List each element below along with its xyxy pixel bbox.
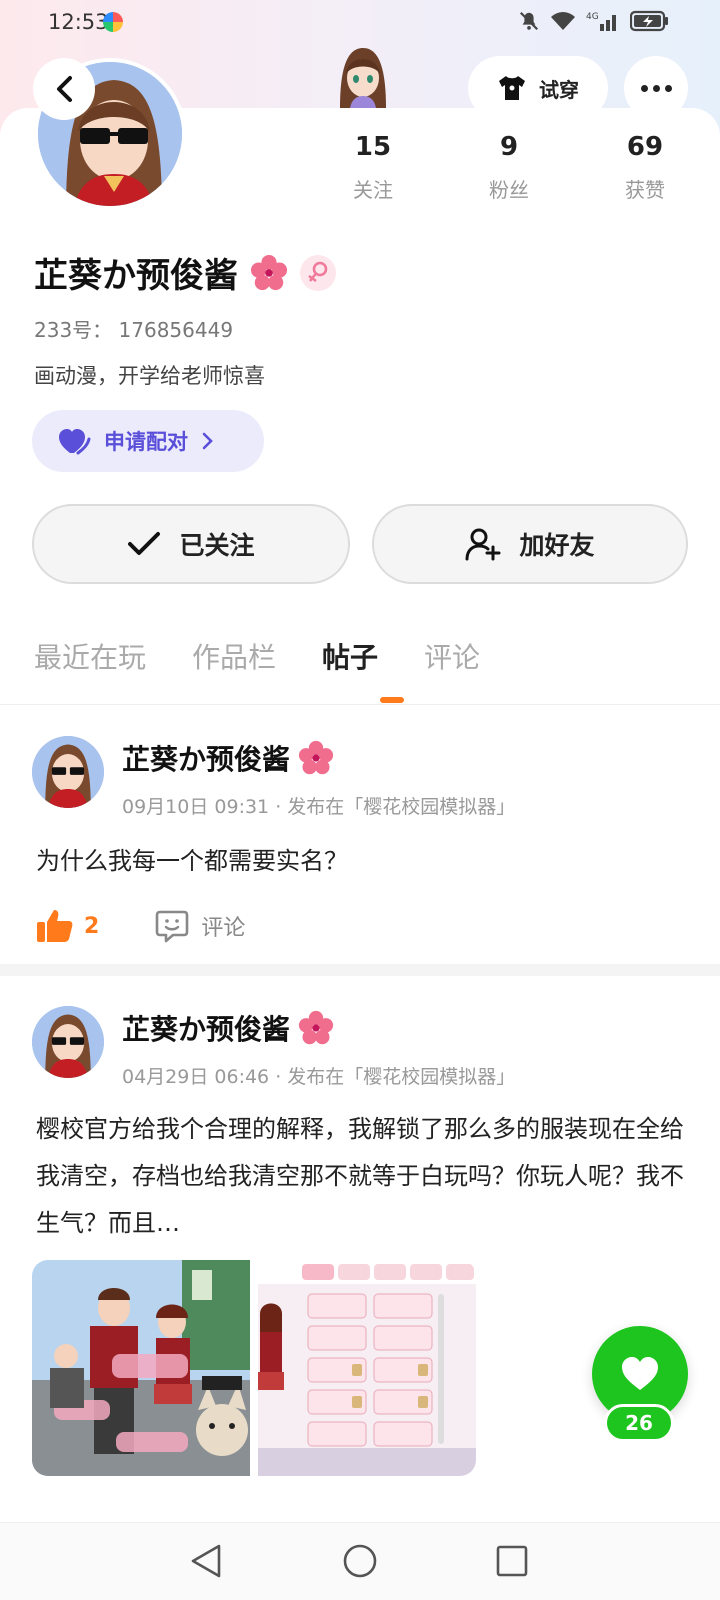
check-icon (128, 532, 161, 555)
comment-label: 评论 (201, 916, 246, 941)
post-author-name-row[interactable]: 芷葵か预俊酱 (122, 1008, 334, 1048)
stat-likes-count: 69 (626, 132, 664, 162)
like-count: 2 (84, 913, 100, 939)
tab-comments[interactable]: 评论 (424, 636, 480, 676)
stat-likes[interactable]: 69 获赞 (590, 130, 700, 203)
flower-icon (298, 740, 334, 775)
stat-following[interactable]: 15 关注 (318, 130, 428, 203)
more-dots-icon (640, 84, 672, 92)
battery-charging-icon (630, 10, 668, 32)
followed-label: 已关注 (179, 531, 255, 560)
system-nav-bar (0, 1522, 720, 1600)
post-author-avatar[interactable] (32, 736, 104, 808)
stat-followers-count: 9 (499, 132, 519, 162)
add-user-icon (465, 528, 501, 561)
tshirt-icon (499, 76, 525, 100)
profile-name: 芷葵か预俊酱 (34, 256, 238, 296)
try-on-label: 试穿 (539, 77, 579, 102)
status-bar: 12:53 4G (0, 0, 720, 44)
post-image[interactable] (32, 1260, 250, 1476)
circle-home-icon (343, 1544, 377, 1578)
tab-posts[interactable]: 帖子 (322, 636, 378, 676)
floating-like-count: 26 (604, 1404, 674, 1442)
post-text[interactable]: 为什么我每一个都需要实名？ (36, 838, 686, 885)
flower-icon (250, 254, 288, 290)
add-friend-button[interactable]: 加好友 (372, 504, 688, 584)
tab-works[interactable]: 作品栏 (192, 636, 276, 676)
post-author-avatar[interactable] (32, 1006, 104, 1078)
nav-back-button[interactable] (184, 1539, 228, 1583)
user-bio: 画动漫，开学给老师惊喜 (34, 364, 265, 388)
svg-text:4G: 4G (586, 12, 599, 22)
post-author-name: 芷葵か预俊酱 (122, 743, 291, 776)
4g-signal-icon: 4G (586, 12, 616, 31)
comment-icon (156, 910, 189, 943)
followed-button[interactable]: 已关注 (32, 504, 350, 584)
triangle-back-icon (191, 1544, 221, 1578)
stat-following-count: 15 (354, 132, 392, 162)
thumbs-up-icon (37, 910, 73, 942)
profile-tabs: 最近在玩 作品栏 帖子 评论 (34, 636, 480, 676)
post-meta: 04月29日 06:46 · 发布在「樱花校园模拟器」 (122, 1066, 516, 1088)
stat-followers[interactable]: 9 粉丝 (454, 130, 564, 203)
tab-recently-played[interactable]: 最近在玩 (34, 636, 146, 676)
add-friend-label: 加好友 (519, 531, 595, 560)
post-divider (0, 964, 720, 976)
heart-pair-icon (59, 429, 91, 455)
user-id: 233号： 176856449 (34, 318, 234, 342)
tabs-divider (0, 704, 720, 705)
female-gender-icon (300, 254, 336, 291)
heart-icon (622, 1357, 658, 1390)
apply-pair-label: 申请配对 (104, 430, 188, 454)
post-actions: 2 评论 (36, 908, 245, 944)
nav-recents-button[interactable] (490, 1539, 534, 1583)
status-time: 12:53 (48, 10, 109, 34)
stat-followers-label: 粉丝 (489, 178, 529, 202)
more-button[interactable] (624, 56, 688, 120)
comment-button[interactable]: 评论 (155, 909, 245, 943)
post-meta: 09月10日 09:31 · 发布在「樱花校园模拟器」 (122, 796, 516, 818)
header-avatar (334, 46, 392, 108)
stat-following-label: 关注 (353, 178, 393, 202)
nav-home-button[interactable] (338, 1539, 382, 1583)
post-author-name-row[interactable]: 芷葵か预俊酱 (122, 738, 334, 778)
post-author-name: 芷葵か预俊酱 (122, 1013, 291, 1046)
mute-icon (519, 11, 539, 31)
post-text[interactable]: 樱校官方给我个合理的解释，我解锁了那么多的服装现在全给我清空，存档也给我清空那不… (36, 1106, 686, 1247)
wifi-icon (551, 12, 575, 30)
back-arrow-icon (57, 76, 72, 102)
flower-icon (298, 1010, 334, 1045)
app-notification-icon (103, 12, 123, 32)
stat-likes-label: 获赞 (625, 178, 665, 202)
back-button[interactable] (33, 58, 95, 120)
try-on-button[interactable]: 试穿 (468, 56, 608, 120)
chevron-right-icon (202, 432, 213, 450)
post-image[interactable] (258, 1260, 476, 1476)
profile-name-row: 芷葵か预俊酱 (34, 248, 336, 297)
tab-active-indicator (380, 697, 404, 703)
apply-pair-button[interactable]: 申请配对 (32, 410, 264, 472)
status-icons: 4G (518, 10, 670, 32)
post-image-grid (32, 1260, 476, 1476)
like-button[interactable]: 2 (36, 908, 99, 944)
square-recents-icon (496, 1545, 528, 1577)
